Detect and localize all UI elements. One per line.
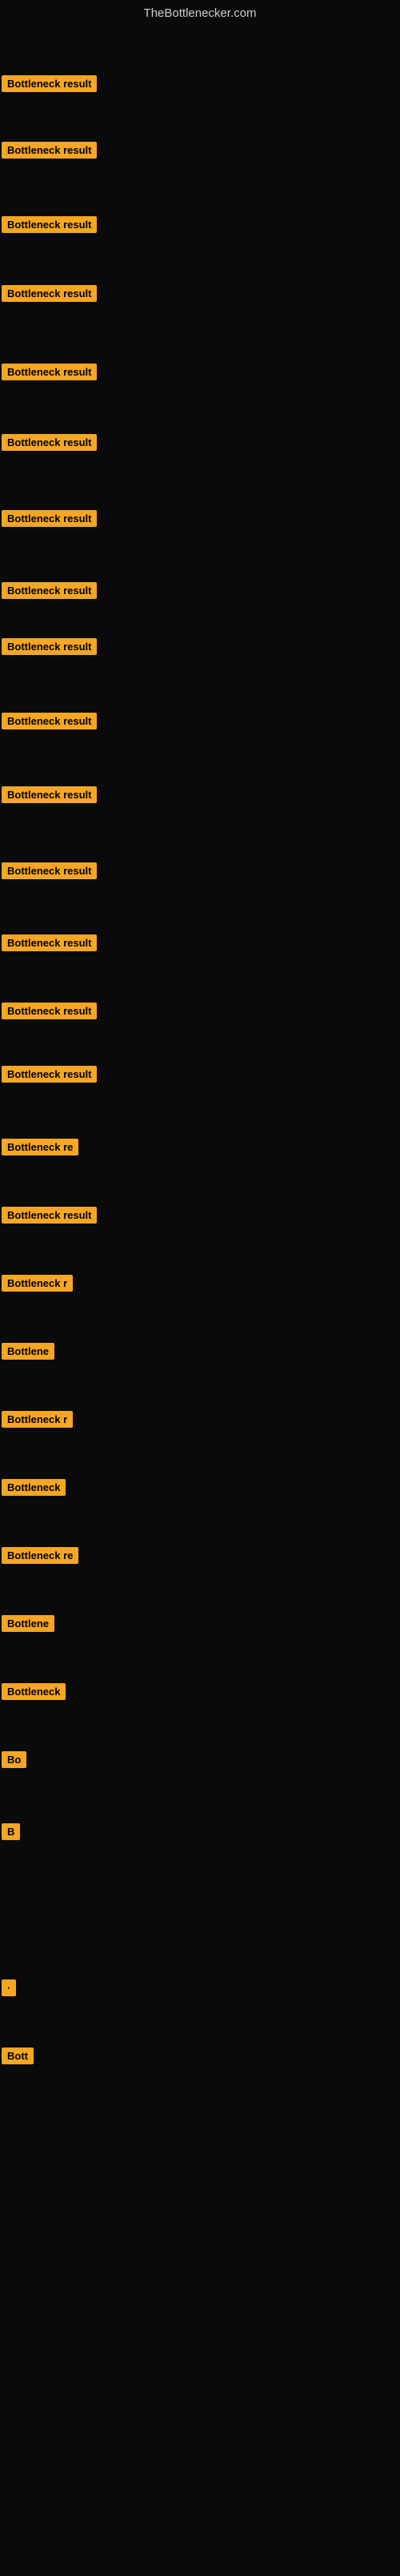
bottleneck-label[interactable]: Bottleneck result	[2, 364, 97, 380]
bottleneck-result-row: Bottleneck	[2, 1479, 66, 1496]
bottleneck-label[interactable]: Bottleneck result	[2, 786, 97, 803]
bottleneck-result-row: Bottleneck result	[2, 934, 97, 951]
bottleneck-result-row: Bottleneck result	[2, 285, 97, 302]
bottleneck-label[interactable]: Bottleneck result	[2, 434, 97, 451]
bottleneck-label[interactable]: Bottleneck result	[2, 216, 97, 233]
bottleneck-label[interactable]: Bottleneck re	[2, 1139, 78, 1155]
bottleneck-label[interactable]: Bottleneck result	[2, 713, 97, 729]
bottleneck-label[interactable]: Bottleneck result	[2, 1003, 97, 1019]
bottleneck-result-row: Bottleneck result	[2, 1066, 97, 1083]
bottleneck-label[interactable]: Bottleneck	[2, 1683, 66, 1700]
bottleneck-label[interactable]: Bottleneck result	[2, 638, 97, 655]
bottleneck-result-row: Bottleneck result	[2, 434, 97, 451]
bottleneck-result-row: Bottleneck	[2, 1683, 66, 1700]
bottleneck-label[interactable]: Bottlene	[2, 1615, 54, 1632]
bottleneck-result-row: Bottleneck r	[2, 1411, 73, 1428]
bottleneck-result-row: Bottleneck result	[2, 638, 97, 655]
bottleneck-result-row: Bottleneck result	[2, 75, 97, 92]
bottleneck-label[interactable]: Bottleneck result	[2, 285, 97, 302]
bottleneck-label[interactable]: Bottlene	[2, 1343, 54, 1360]
bottleneck-result-row: Bottlene	[2, 1615, 54, 1632]
bottleneck-label[interactable]: Bottleneck r	[2, 1275, 73, 1292]
bottleneck-label[interactable]: B	[2, 1823, 20, 1840]
bottleneck-result-row: Bottleneck result	[2, 1207, 97, 1224]
bottleneck-result-row: Bottleneck result	[2, 862, 97, 879]
bottleneck-label[interactable]: Bottleneck re	[2, 1547, 78, 1564]
site-title: TheBottlenecker.com	[0, 0, 400, 30]
bottleneck-result-row: Bottleneck result	[2, 216, 97, 233]
bottleneck-label[interactable]: Bottleneck result	[2, 1207, 97, 1224]
bottleneck-label[interactable]: Bottleneck r	[2, 1411, 73, 1428]
bottleneck-label[interactable]: Bottleneck result	[2, 862, 97, 879]
bottleneck-result-row: Bottleneck result	[2, 582, 97, 599]
bottleneck-result-row: ·	[2, 1979, 16, 1996]
bottleneck-label[interactable]: Bottleneck result	[2, 510, 97, 527]
bottleneck-result-row: Bottlene	[2, 1343, 54, 1360]
bottleneck-result-row: B	[2, 1823, 20, 1840]
bottleneck-label[interactable]: Bottleneck result	[2, 75, 97, 92]
bottleneck-label[interactable]: Bo	[2, 1751, 26, 1768]
bottleneck-result-row: Bott	[2, 2048, 34, 2064]
bottleneck-label[interactable]: Bottleneck	[2, 1479, 66, 1496]
bottleneck-label[interactable]: Bottleneck result	[2, 142, 97, 159]
bottleneck-label[interactable]: Bott	[2, 2048, 34, 2064]
bottleneck-result-row: Bottleneck result	[2, 510, 97, 527]
bottleneck-label[interactable]: Bottleneck result	[2, 582, 97, 599]
bottleneck-result-row: Bo	[2, 1751, 26, 1768]
bottleneck-result-row: Bottleneck result	[2, 786, 97, 803]
bottleneck-label[interactable]: ·	[2, 1979, 16, 1996]
bottleneck-result-row: Bottleneck result	[2, 364, 97, 380]
bottleneck-result-row: Bottleneck r	[2, 1275, 73, 1292]
bottleneck-result-row: Bottleneck result	[2, 713, 97, 729]
bottleneck-label[interactable]: Bottleneck result	[2, 934, 97, 951]
bottleneck-label[interactable]: Bottleneck result	[2, 1066, 97, 1083]
bottleneck-result-row: Bottleneck result	[2, 142, 97, 159]
bottleneck-result-row: Bottleneck re	[2, 1139, 78, 1155]
bottleneck-result-row: Bottleneck re	[2, 1547, 78, 1564]
bottleneck-result-row: Bottleneck result	[2, 1003, 97, 1019]
